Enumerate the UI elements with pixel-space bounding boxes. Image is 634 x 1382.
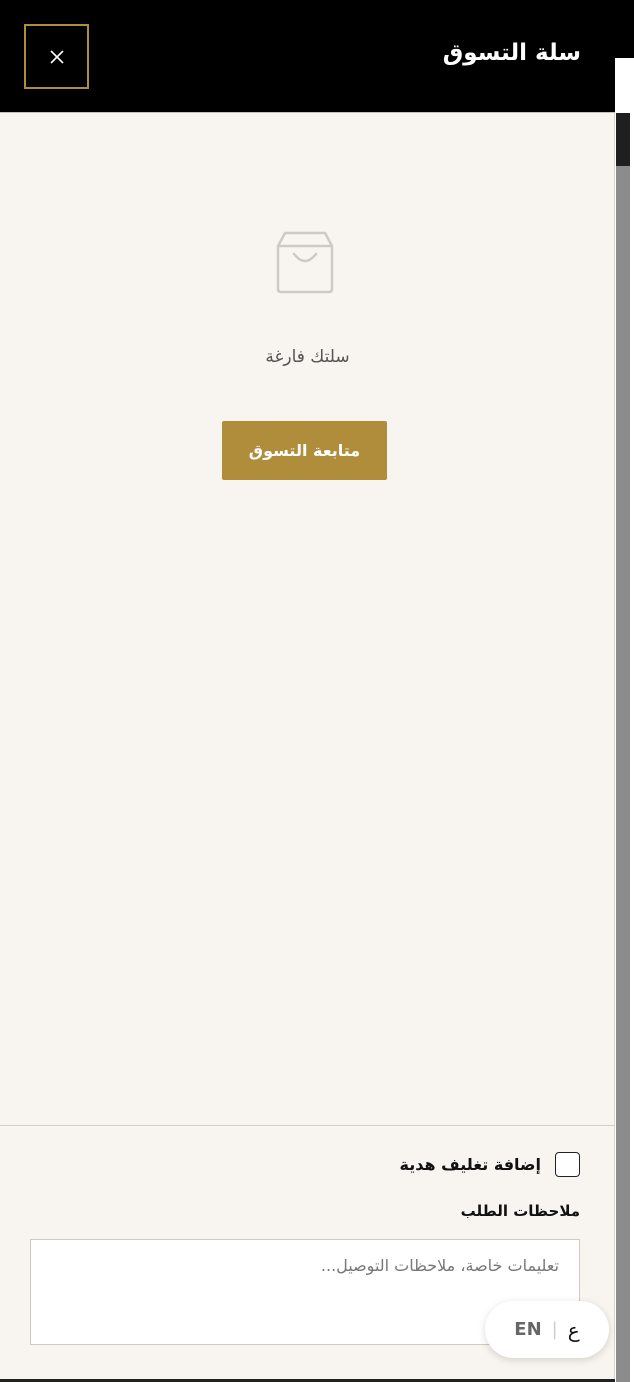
- cart-header: سلة التسوق: [0, 0, 615, 113]
- language-ar-option[interactable]: ع: [558, 1318, 590, 1342]
- drawer-scrollbar[interactable]: [616, 113, 630, 1382]
- scrollbar-thumb[interactable]: [616, 113, 630, 166]
- order-notes-label: ملاحظات الطلب: [460, 1202, 580, 1220]
- gift-wrap-option[interactable]: إضافة تغليف هدية: [400, 1152, 580, 1177]
- gift-wrap-label[interactable]: إضافة تغليف هدية: [400, 1155, 541, 1174]
- empty-cart-message: سلتك فارغة: [265, 347, 350, 367]
- close-icon: [49, 49, 64, 64]
- cart-drawer: سلة التسوق سلتك فارغة متابعة التسوق إضاف…: [0, 0, 615, 1382]
- language-en-option[interactable]: EN: [504, 1319, 551, 1340]
- continue-shopping-button[interactable]: متابعة التسوق: [222, 421, 387, 480]
- language-switcher: EN | ع: [485, 1301, 609, 1358]
- close-button[interactable]: [24, 24, 89, 89]
- cart-title: سلة التسوق: [442, 40, 581, 66]
- page-header-edge: [615, 0, 634, 58]
- footer-divider: [0, 1125, 615, 1126]
- shopping-bag-icon: [276, 231, 334, 294]
- gift-wrap-checkbox[interactable]: [555, 1152, 580, 1177]
